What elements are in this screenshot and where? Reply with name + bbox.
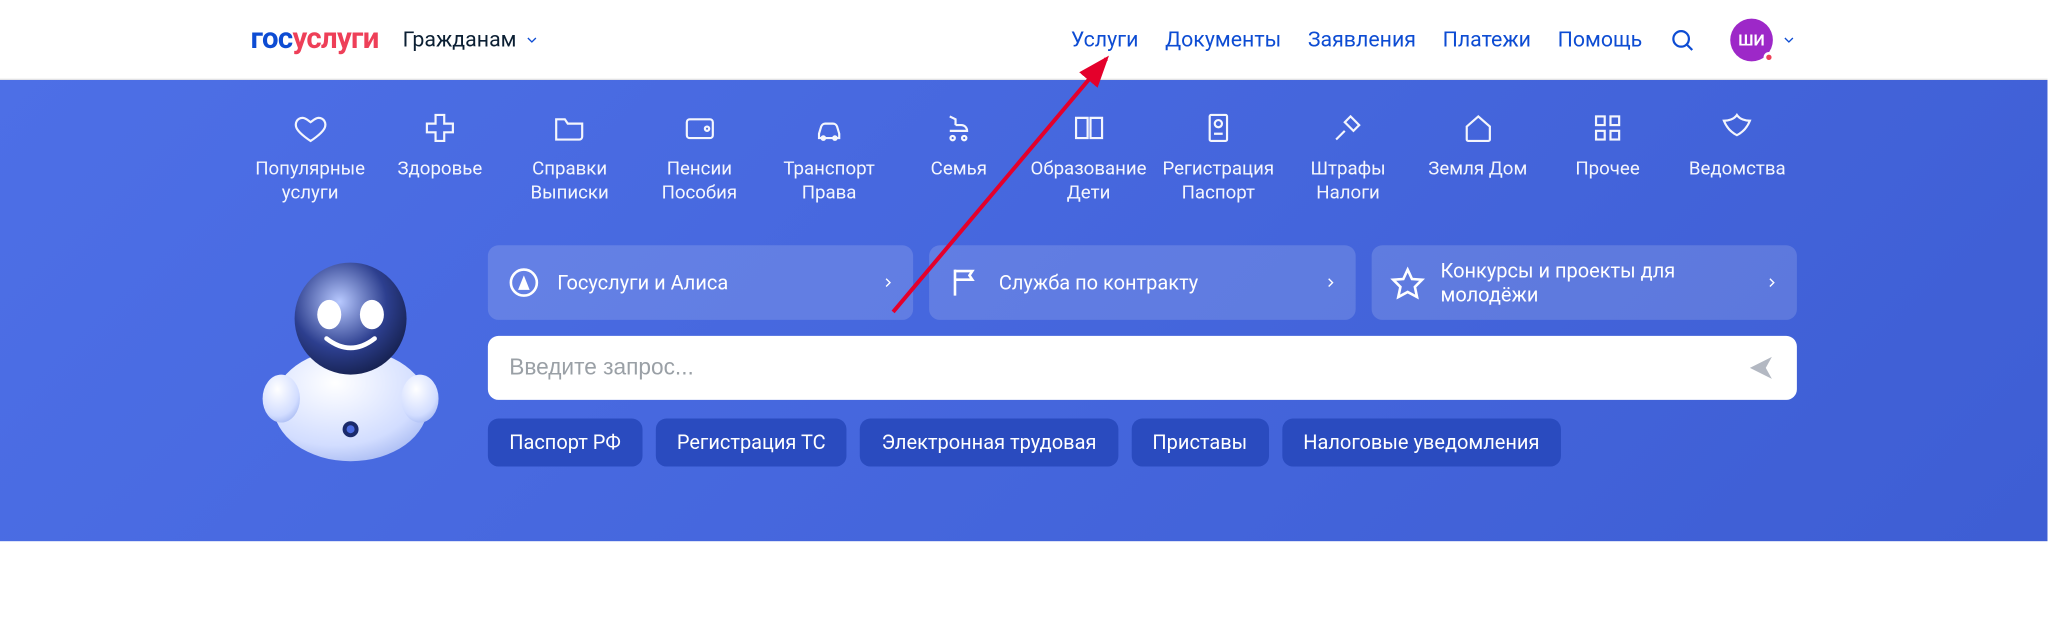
chevron-right-icon xyxy=(882,274,895,293)
chip-labor-book[interactable]: Электронная трудовая xyxy=(860,419,1117,467)
quick-chips: Паспорт РФ Регистрация ТС Электронная тр… xyxy=(488,419,1797,467)
cat-popular[interactable]: Популярные услуги xyxy=(251,109,370,205)
chevron-down-icon xyxy=(524,31,540,47)
nav-payments[interactable]: Платежи xyxy=(1443,27,1531,52)
passport-icon xyxy=(1201,109,1236,146)
plus-icon xyxy=(423,109,458,146)
cat-label: Справки Выписки xyxy=(510,157,629,205)
cat-health[interactable]: Здоровье xyxy=(380,109,499,205)
cat-registration[interactable]: Регистрация Паспорт xyxy=(1159,109,1278,205)
promo-label: Служба по контракту xyxy=(999,271,1313,296)
chip-passport[interactable]: Паспорт РФ xyxy=(488,419,642,467)
cat-agencies[interactable]: Ведомства xyxy=(1678,109,1797,205)
cat-transport[interactable]: Транспорт Права xyxy=(770,109,889,205)
nav-services[interactable]: Услуги xyxy=(1071,27,1139,52)
eagle-icon xyxy=(1720,109,1755,146)
robot-mascot xyxy=(251,246,451,466)
nav-applications[interactable]: Заявления xyxy=(1308,27,1416,52)
chevron-right-icon xyxy=(1765,274,1778,293)
promo-contract[interactable]: Служба по контракту xyxy=(930,246,1356,321)
top-header: госуслуги Гражданам Услуги Документы Зая… xyxy=(0,0,2047,80)
folder-icon xyxy=(552,109,587,146)
category-row: Популярные услуги Здоровье Справки Выпис… xyxy=(251,109,1797,205)
cat-land[interactable]: Земля Дом xyxy=(1418,109,1537,205)
cat-fines[interactable]: Штрафы Налоги xyxy=(1289,109,1408,205)
cat-docs[interactable]: Справки Выписки xyxy=(510,109,629,205)
wallet-icon xyxy=(682,109,717,146)
cat-label: Здоровье xyxy=(397,157,482,181)
nav-help[interactable]: Помощь xyxy=(1558,27,1643,52)
car-icon xyxy=(812,109,847,146)
cat-label: Штрафы Налоги xyxy=(1289,157,1408,205)
cat-label: Транспорт Права xyxy=(770,157,889,205)
cat-label: Ведомства xyxy=(1689,157,1786,181)
audience-selector[interactable]: Гражданам xyxy=(403,27,541,52)
cat-label: Прочее xyxy=(1575,157,1639,181)
search-input[interactable] xyxy=(509,355,1746,382)
cat-label: Популярные услуги xyxy=(251,157,370,205)
logo-part-gov: гос xyxy=(251,23,293,56)
stroller-icon xyxy=(941,109,976,146)
logo-part-services: услуги xyxy=(292,23,378,56)
grid-icon xyxy=(1590,109,1625,146)
promo-label: Госуслуги и Алиса xyxy=(557,271,871,296)
cat-label: Регистрация Паспорт xyxy=(1159,157,1278,205)
cat-label: Земля Дом xyxy=(1428,157,1527,181)
chip-tax-notices[interactable]: Налоговые уведомления xyxy=(1282,419,1561,467)
cat-family[interactable]: Семья xyxy=(899,109,1018,205)
search-icon[interactable] xyxy=(1669,26,1696,53)
top-nav: Услуги Документы Заявления Платежи Помощ… xyxy=(1071,18,1797,61)
chevron-down-icon xyxy=(1781,31,1797,47)
flag-icon xyxy=(948,266,983,301)
promo-row: Госуслуги и Алиса Служба по контракту Ко… xyxy=(488,246,1797,321)
chevron-right-icon xyxy=(1323,274,1336,293)
cat-other[interactable]: Прочее xyxy=(1548,109,1667,205)
cat-label: Образование Дети xyxy=(1029,157,1148,205)
user-menu[interactable]: ШИ xyxy=(1730,18,1797,61)
heart-icon xyxy=(293,109,328,146)
home-icon xyxy=(1460,109,1495,146)
promo-label: Конкурсы и проекты для молодёжи xyxy=(1441,258,1755,308)
star-icon xyxy=(1390,266,1425,301)
search-box[interactable] xyxy=(488,336,1797,400)
cat-education[interactable]: Образование Дети xyxy=(1029,109,1148,205)
notification-dot-icon xyxy=(1764,51,1775,62)
alisa-icon xyxy=(507,266,542,301)
send-icon[interactable] xyxy=(1746,354,1775,383)
cat-label: Семья xyxy=(931,157,987,181)
promo-youth[interactable]: Конкурсы и проекты для молодёжи xyxy=(1371,246,1797,321)
nav-documents[interactable]: Документы xyxy=(1165,27,1281,52)
audience-label: Гражданам xyxy=(403,27,517,52)
avatar-initials: ШИ xyxy=(1738,30,1765,49)
chip-vehicle-reg[interactable]: Регистрация ТС xyxy=(656,419,847,467)
avatar: ШИ xyxy=(1730,18,1773,61)
hero-section: Популярные услуги Здоровье Справки Выпис… xyxy=(0,80,2047,542)
cat-label: Пенсии Пособия xyxy=(640,157,759,205)
cat-pensions[interactable]: Пенсии Пособия xyxy=(640,109,759,205)
gavel-icon xyxy=(1331,109,1366,146)
book-icon xyxy=(1071,109,1106,146)
chip-bailiffs[interactable]: Приставы xyxy=(1131,419,1268,467)
promo-alisa[interactable]: Госуслуги и Алиса xyxy=(488,246,914,321)
logo[interactable]: госуслуги xyxy=(251,23,379,56)
